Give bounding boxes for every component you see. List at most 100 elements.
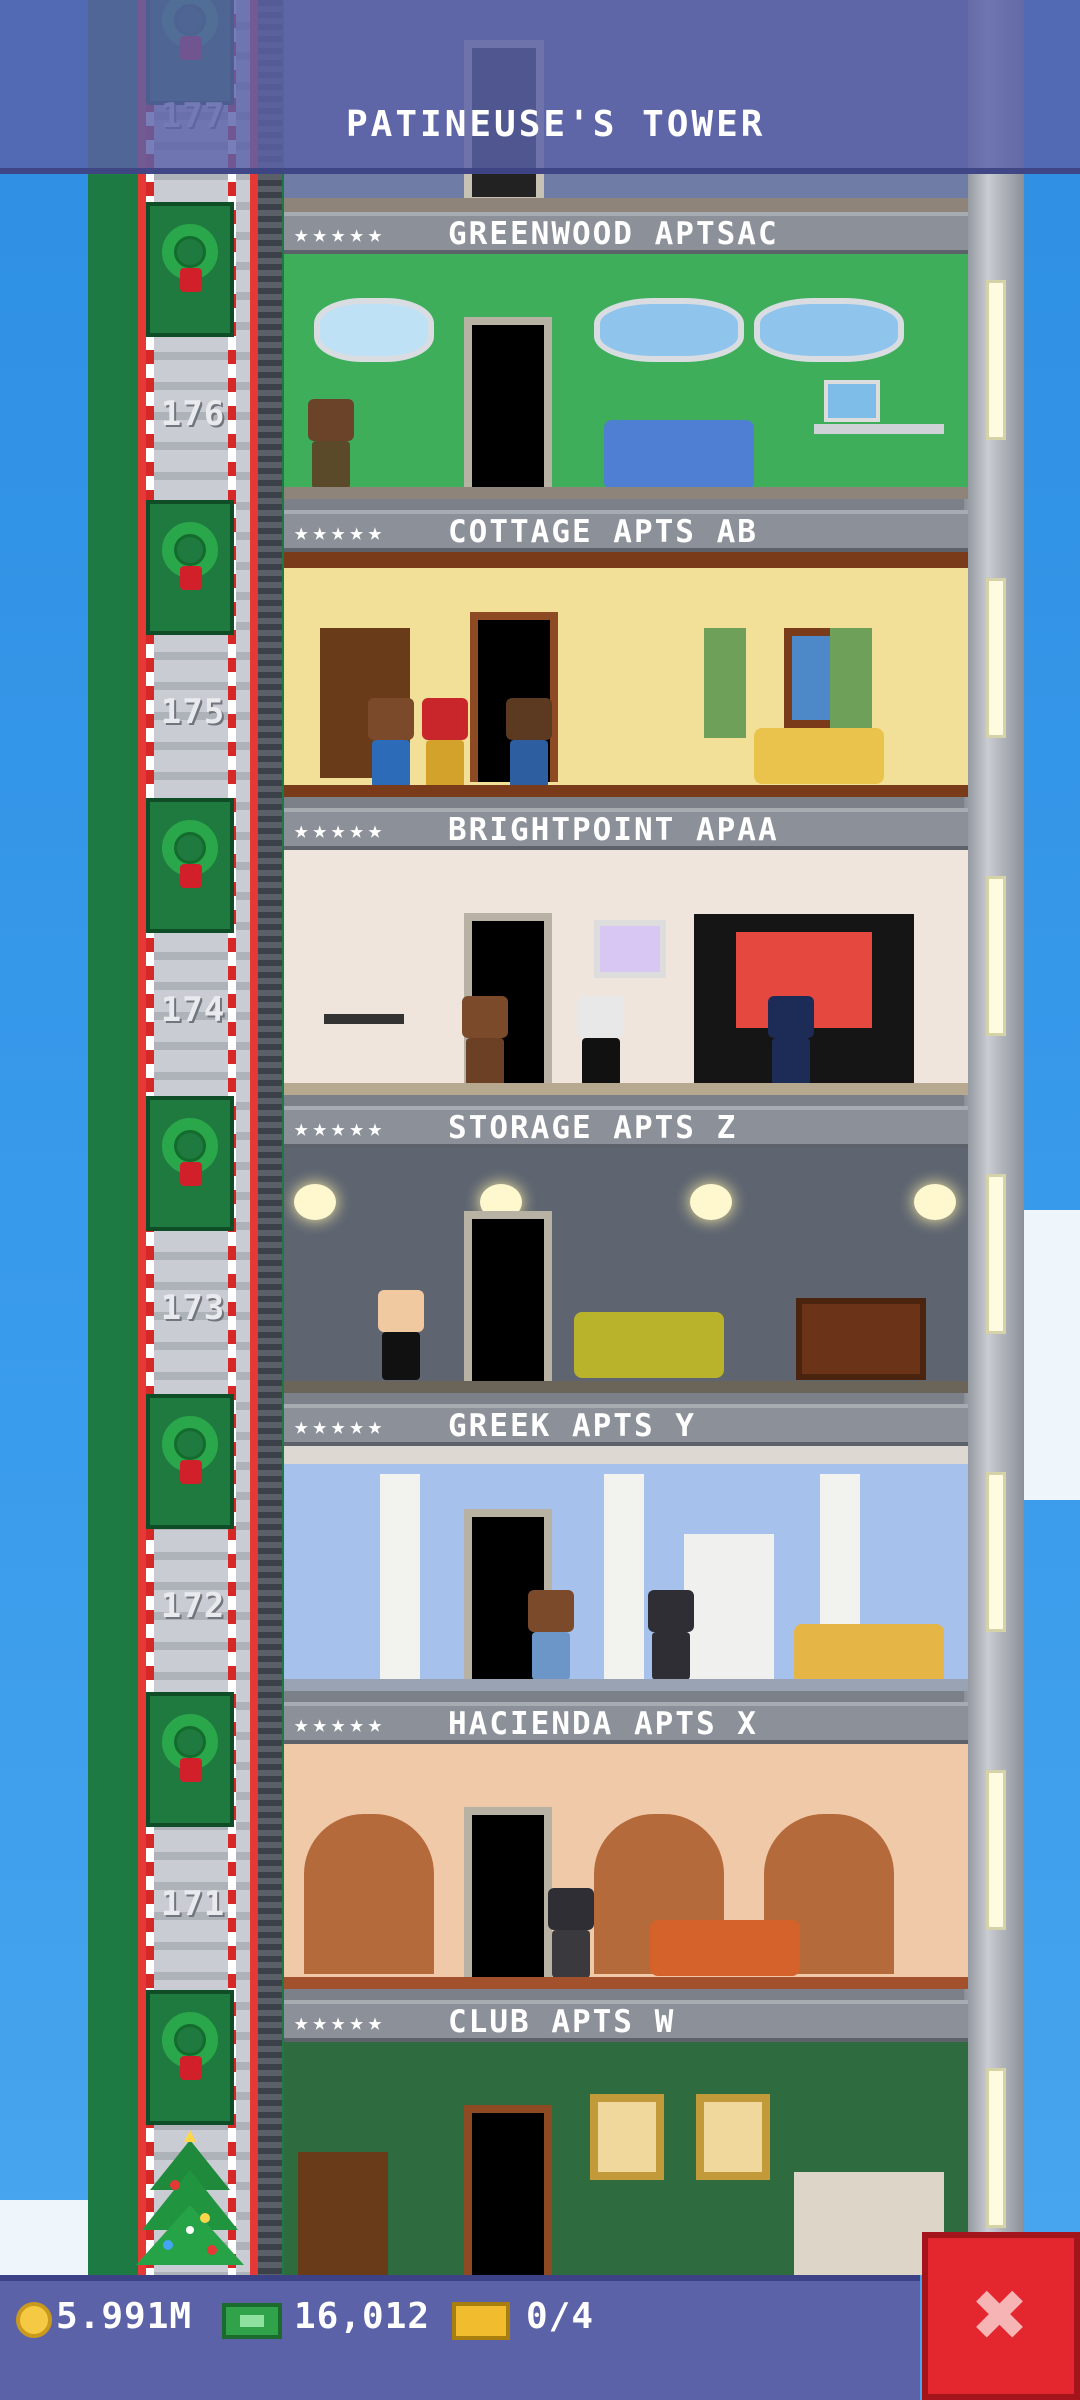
- room-floor: [284, 1977, 968, 1989]
- header-bar: PATINEUSE'S TOWER: [0, 0, 1080, 174]
- floor-name: BRIGHTPOINT APAA: [448, 812, 779, 848]
- floor-label-bar: ★★★★★ HACIENDA APTS X: [284, 1702, 968, 1744]
- shutter: [704, 628, 746, 738]
- room-interior: [284, 850, 968, 1095]
- door: [464, 2105, 552, 2275]
- column-light: [986, 2068, 1006, 2228]
- elevator-car[interactable]: [146, 1394, 234, 1529]
- room-interior: [284, 1148, 968, 1393]
- floor-name: COTTAGE APTS AB: [448, 514, 758, 550]
- column-light: [986, 1472, 1006, 1632]
- room-floor: [284, 487, 968, 499]
- bow-icon: [180, 268, 202, 292]
- desk: [814, 424, 944, 434]
- room-floor: [284, 785, 968, 797]
- floor-cottage[interactable]: ★★★★★ COTTAGE APTS AB: [284, 510, 968, 809]
- window: [594, 298, 744, 362]
- window: [754, 298, 904, 362]
- elevator-car[interactable]: [146, 500, 234, 635]
- tenant: [304, 399, 358, 489]
- room-floor: [284, 1381, 968, 1393]
- picture-frame: [594, 920, 666, 978]
- room-floor: [284, 1679, 968, 1691]
- floor-name: HACIENDA APTS X: [448, 1706, 758, 1742]
- bow-icon: [180, 864, 202, 888]
- elevator-rail: [258, 0, 282, 2275]
- floor-stars: ★★★★★: [294, 518, 387, 546]
- elevator-car[interactable]: [146, 1096, 234, 1231]
- tenant: [764, 996, 818, 1086]
- floor-name: GREEK APTS Y: [448, 1408, 696, 1444]
- arch: [304, 1814, 434, 1974]
- floor-club[interactable]: ★★★★★ CLUB APTS W: [284, 2000, 968, 2275]
- floor-hacienda[interactable]: ★★★★★ HACIENDA APTS X: [284, 1702, 968, 2001]
- column-light: [986, 1174, 1006, 1334]
- floor-label-bar: ★★★★★ CLUB APTS W: [284, 2000, 968, 2042]
- floor-number: 173: [160, 1288, 226, 1328]
- door: [464, 1211, 552, 1381]
- close-button[interactable]: ✖: [922, 2232, 1080, 2400]
- sofa: [574, 1312, 724, 1378]
- room-interior: [284, 1744, 968, 1989]
- ticket-icon: [452, 2302, 510, 2340]
- elevator-car[interactable]: [146, 202, 234, 337]
- ceiling-light: [294, 1184, 336, 1220]
- sofa: [604, 420, 754, 490]
- bux-icon: [222, 2303, 282, 2339]
- elevator-car[interactable]: [146, 1990, 234, 2125]
- tenant: [644, 1590, 698, 1680]
- floor-brightpoint[interactable]: ★★★★★ BRIGHTPOINT APAA: [284, 808, 968, 1107]
- christmas-tree-icon: [136, 2130, 244, 2265]
- tenant: [374, 1290, 428, 1380]
- ceiling-light: [914, 1184, 956, 1220]
- floor-stars: ★★★★★: [294, 220, 387, 248]
- floor-number: 176: [160, 394, 226, 434]
- table: [324, 1014, 404, 1024]
- tenant: [364, 698, 418, 788]
- floor-storage[interactable]: ★★★★★ STORAGE APTS Z: [284, 1106, 968, 1405]
- crt-television: [796, 1298, 926, 1380]
- floor-number: 172: [160, 1586, 226, 1626]
- tenant: [502, 698, 556, 788]
- floor-greenwood[interactable]: ★★★★★ GREENWOOD APTSAC: [284, 212, 968, 511]
- floor-name: STORAGE APTS Z: [448, 1110, 738, 1146]
- floor-label-bar: ★★★★★ GREEK APTS Y: [284, 1404, 968, 1446]
- computer: [824, 380, 880, 422]
- portrait: [696, 2094, 770, 2180]
- floor-stars: ★★★★★: [294, 1710, 387, 1738]
- bow-icon: [180, 1758, 202, 1782]
- coins-count: 5.991M: [56, 2296, 193, 2337]
- column-light: [986, 876, 1006, 1036]
- room-interior: [284, 2042, 968, 2275]
- floor-number: 171: [160, 1884, 226, 1924]
- ceiling-light: [690, 1184, 732, 1220]
- tickets-count: 0/4: [526, 2296, 595, 2337]
- floor-number: 175: [160, 692, 226, 732]
- floor-stars: ★★★★★: [294, 1412, 387, 1440]
- floor-stars: ★★★★★: [294, 2008, 387, 2036]
- column: [604, 1474, 644, 1684]
- room-interior: [284, 552, 968, 797]
- sofa: [754, 728, 884, 784]
- floor-stars: ★★★★★: [294, 1114, 387, 1142]
- elevator-car[interactable]: [146, 1692, 234, 1827]
- bookshelf: [298, 2152, 388, 2275]
- portrait: [590, 2094, 664, 2180]
- floor-name: GREENWOOD APTSAC: [448, 216, 779, 252]
- floor-greek[interactable]: ★★★★★ GREEK APTS Y: [284, 1404, 968, 1703]
- cloud: [1020, 1210, 1080, 1500]
- tenant: [418, 698, 472, 788]
- column-light: [986, 1770, 1006, 1930]
- coin-icon: [16, 2302, 52, 2338]
- cloud: [0, 2200, 90, 2275]
- bow-icon: [180, 2056, 202, 2080]
- tenant: [574, 996, 628, 1086]
- floor-label-bar: ★★★★★ GREENWOOD APTSAC: [284, 212, 968, 254]
- sofa: [650, 1920, 800, 1976]
- floor-label-bar: ★★★★★ COTTAGE APTS AB: [284, 510, 968, 552]
- elevator-car[interactable]: [146, 798, 234, 933]
- bow-icon: [180, 1460, 202, 1484]
- floor-stars: ★★★★★: [294, 816, 387, 844]
- bow-icon: [180, 1162, 202, 1186]
- floor-label-bar: ★★★★★ BRIGHTPOINT APAA: [284, 808, 968, 850]
